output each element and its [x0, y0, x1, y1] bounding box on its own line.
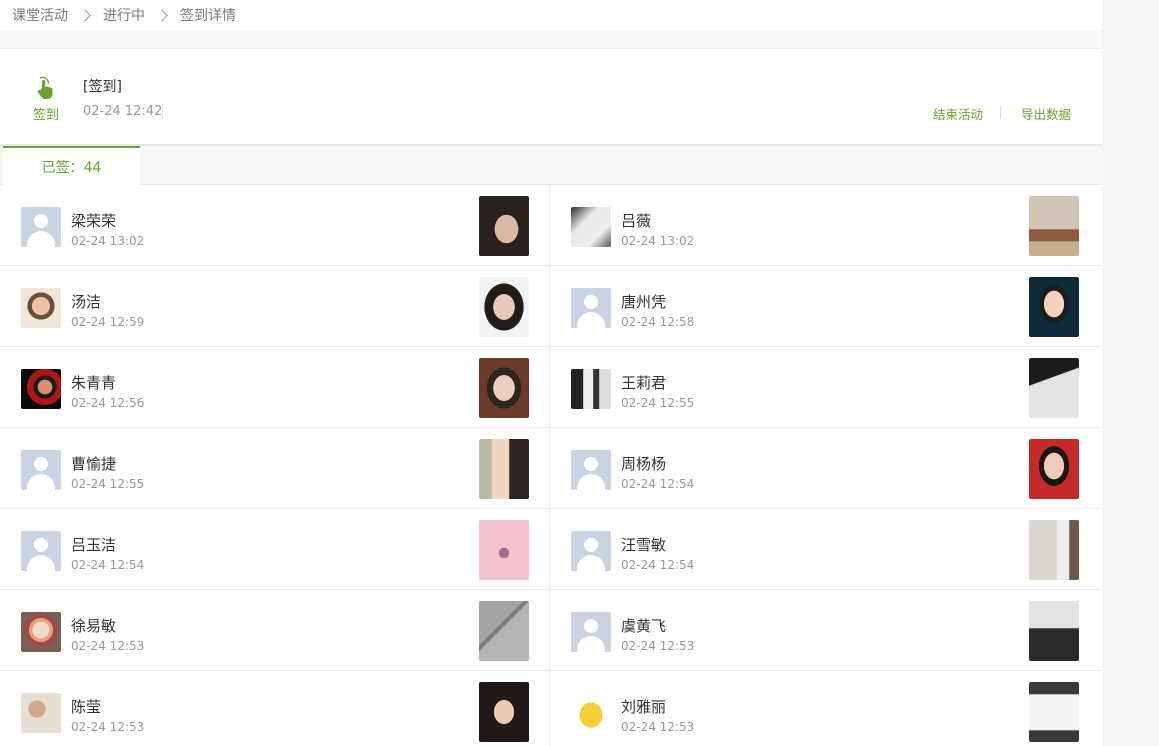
- section-divider: [0, 30, 1102, 48]
- student-row: 曹愉捷 02-24 12:55 周杨杨 02-24 12:54: [0, 428, 1100, 509]
- activity-type-label: 签到: [33, 108, 60, 123]
- breadcrumb-item-sign-in-detail: 签到详情: [180, 8, 236, 24]
- student-name: 曹愉捷: [71, 455, 117, 473]
- student-card[interactable]: 陈莹 02-24 12:53: [0, 671, 550, 746]
- sign-in-time: 02-24 12:59: [71, 315, 145, 329]
- default-avatar-icon: [571, 450, 611, 490]
- sign-in-time: 02-24 12:53: [621, 639, 695, 653]
- sign-in-photo[interactable]: [479, 196, 529, 256]
- breadcrumb-item-in-progress[interactable]: 进行中: [103, 5, 145, 25]
- default-avatar-icon: [21, 450, 61, 490]
- sign-in-time: 02-24 13:02: [71, 234, 145, 248]
- student-name: 吕薇: [621, 212, 652, 230]
- sign-in-photo[interactable]: [479, 682, 529, 742]
- sign-in-photo[interactable]: [1029, 520, 1079, 580]
- chevron-right-icon: [78, 8, 91, 22]
- sign-in-photo[interactable]: [479, 520, 529, 580]
- avatar: [21, 693, 61, 733]
- student-card[interactable]: 梁荣荣 02-24 13:02: [0, 185, 550, 265]
- sign-in-photo[interactable]: [479, 358, 529, 418]
- sign-in-photo[interactable]: [479, 439, 529, 499]
- student-row: 吕玉洁 02-24 12:54 汪雪敏 02-24 12:54: [0, 509, 1100, 590]
- student-row: 梁荣荣 02-24 13:02 吕薇 02-24 13:02: [0, 185, 1100, 266]
- student-name: 唐州凭: [621, 293, 667, 311]
- student-name: 吕玉洁: [71, 536, 117, 554]
- sign-in-time: 02-24 12:54: [621, 477, 695, 491]
- avatar: [21, 288, 61, 328]
- avatar: [571, 207, 611, 247]
- default-avatar-icon: [571, 531, 611, 571]
- student-card[interactable]: 吕薇 02-24 13:02: [550, 185, 1100, 265]
- student-card[interactable]: 刘雅丽 02-24 12:53: [550, 671, 1100, 746]
- sign-in-time: 02-24 12:54: [71, 558, 145, 572]
- student-name: 徐易敏: [71, 617, 117, 635]
- avatar: [21, 612, 61, 652]
- student-row: 朱青青 02-24 12:56 王莉君 02-24 12:55: [0, 347, 1100, 428]
- sign-in-time: 02-24 12:56: [71, 396, 145, 410]
- default-avatar-icon: [571, 288, 611, 328]
- student-row: 陈莹 02-24 12:53 刘雅丽 02-24 12:53: [0, 671, 1100, 746]
- default-avatar-icon: [21, 207, 61, 247]
- activity-start-time: 02-24 12:42: [83, 104, 163, 119]
- avatar: [571, 369, 611, 409]
- sign-in-time: 02-24 12:55: [621, 396, 695, 410]
- activity-title: [签到]: [83, 79, 122, 95]
- student-name: 汤洁: [71, 293, 102, 311]
- chevron-right-icon: [155, 8, 168, 22]
- student-card[interactable]: 汪雪敏 02-24 12:54: [550, 509, 1100, 589]
- student-row: 徐易敏 02-24 12:53 虞黄飞 02-24 12:53: [0, 590, 1100, 671]
- sign-in-time: 02-24 12:58: [621, 315, 695, 329]
- export-data-button[interactable]: 导出数据: [1021, 104, 1071, 123]
- avatar: [21, 369, 61, 409]
- default-avatar-icon: [21, 531, 61, 571]
- default-avatar-icon: [571, 612, 611, 652]
- student-card[interactable]: 唐州凭 02-24 12:58: [550, 266, 1100, 346]
- sign-in-detail-page: 课堂活动 进行中 签到详情 签到 [签到] 02-24 12:42 结束活动 导…: [0, 0, 1102, 746]
- student-name: 陈莹: [71, 698, 102, 716]
- sign-in-photo[interactable]: [1029, 358, 1079, 418]
- student-name: 汪雪敏: [621, 536, 667, 554]
- tab-signed[interactable]: 已签：44: [3, 146, 140, 185]
- sign-in-photo[interactable]: [1029, 601, 1079, 661]
- sign-in-photo[interactable]: [1029, 277, 1079, 337]
- student-name: 朱青青: [71, 374, 117, 392]
- breadcrumb: 课堂活动 进行中 签到详情: [0, 0, 1102, 30]
- student-row: 汤洁 02-24 12:59 唐州凭 02-24 12:58: [0, 266, 1100, 347]
- student-card[interactable]: 朱青青 02-24 12:56: [0, 347, 550, 427]
- sign-in-time: 02-24 12:55: [71, 477, 145, 491]
- sign-in-time: 02-24 12:53: [71, 639, 145, 653]
- student-card[interactable]: 汤洁 02-24 12:59: [0, 266, 550, 346]
- student-name: 刘雅丽: [621, 698, 667, 716]
- sign-in-photo[interactable]: [1029, 196, 1079, 256]
- end-activity-button[interactable]: 结束活动: [933, 104, 983, 123]
- student-name: 梁荣荣: [71, 212, 117, 230]
- student-name: 周杨杨: [621, 455, 667, 473]
- hand-pointer-icon: [30, 75, 60, 101]
- sign-in-photo[interactable]: [479, 601, 529, 661]
- student-name: 王莉君: [621, 374, 667, 392]
- student-card[interactable]: 吕玉洁 02-24 12:54: [0, 509, 550, 589]
- sign-in-photo[interactable]: [1029, 439, 1079, 499]
- avatar: [571, 693, 611, 733]
- breadcrumb-item-classroom-activity[interactable]: 课堂活动: [12, 5, 68, 25]
- vertical-divider: [162, 104, 163, 119]
- student-grid: 梁荣荣 02-24 13:02 吕薇 02-24 13:02 汤洁 02-24 12:59…: [0, 185, 1100, 746]
- sign-in-photo[interactable]: [1029, 682, 1079, 742]
- student-card[interactable]: 曹愉捷 02-24 12:55: [0, 428, 550, 508]
- student-card[interactable]: 周杨杨 02-24 12:54: [550, 428, 1100, 508]
- student-card[interactable]: 虞黄飞 02-24 12:53: [550, 590, 1100, 670]
- student-name: 虞黄飞: [621, 617, 667, 635]
- button-divider: [1000, 106, 1001, 119]
- activity-header: 签到 [签到] 02-24 12:42 结束活动 导出数据: [0, 48, 1102, 146]
- student-card[interactable]: 王莉君 02-24 12:55: [550, 347, 1100, 427]
- sign-in-time: 02-24 13:02: [621, 234, 695, 248]
- sign-in-photo[interactable]: [479, 277, 529, 337]
- sign-in-time: 02-24 12:53: [71, 720, 145, 734]
- tab-bar: 已签：44: [0, 146, 1102, 185]
- sign-in-time: 02-24 12:54: [621, 558, 695, 572]
- student-card[interactable]: 徐易敏 02-24 12:53: [0, 590, 550, 670]
- sign-in-time: 02-24 12:53: [621, 720, 695, 734]
